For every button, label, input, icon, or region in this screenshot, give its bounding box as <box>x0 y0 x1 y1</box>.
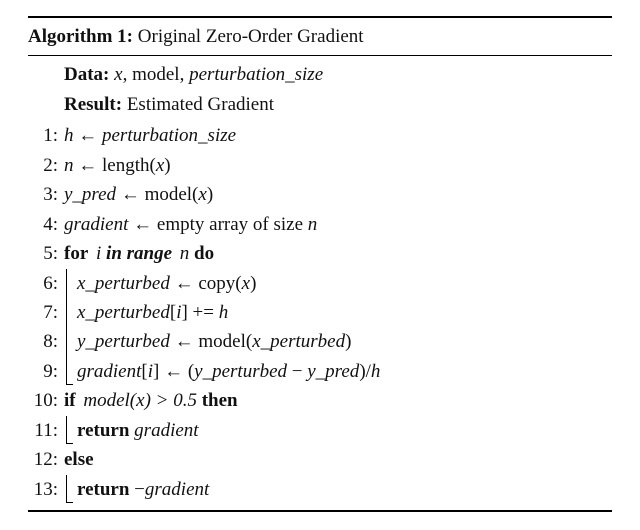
data-perturb: perturbation_size <box>189 64 323 85</box>
line-body: n ← length(x) <box>64 151 612 180</box>
algo-line: 11: return gradient <box>28 416 612 445</box>
result-line: Result: Estimated Gradient <box>64 90 612 119</box>
rule-top <box>28 16 612 18</box>
block-bar: gradient[i] ← (y_perturbed − y_pred)/h <box>66 357 380 385</box>
block-bar: return −gradient <box>66 475 209 503</box>
block-bar: x_perturbed[i] += h <box>66 298 228 327</box>
algorithm-block: { "header": { "algo_label": "Algorithm 1… <box>0 0 640 530</box>
result-value: Estimated Gradient <box>127 94 274 115</box>
algo-line: 7: x_perturbed[i] += h <box>28 298 612 327</box>
line-body: x_perturbed ← copy(x) <box>64 269 612 298</box>
algo-line: 12: else <box>28 445 612 474</box>
data-x: x <box>114 64 122 85</box>
algo-line: 6: x_perturbed ← copy(x) <box>28 269 612 298</box>
result-label: Result: <box>64 94 122 115</box>
block-bar: return gradient <box>66 416 199 444</box>
line-number: 9: <box>28 357 64 386</box>
line-number: 13: <box>28 475 64 504</box>
algo-line: 8: y_perturbed ← model(x_perturbed) <box>28 327 612 356</box>
data-label: Data: <box>64 64 109 85</box>
line-body: y_perturbed ← model(x_perturbed) <box>64 327 612 356</box>
line-number: 1: <box>28 121 64 150</box>
algo-line: 13: return −gradient <box>28 475 612 504</box>
meta-block: Data: x, model, perturbation_size Result… <box>28 60 612 119</box>
line-body: else <box>64 445 612 474</box>
line-body: return −gradient <box>64 475 612 504</box>
data-sep: , model, <box>123 64 190 85</box>
line-number: 12: <box>28 445 64 474</box>
algorithm-title-line: Algorithm 1: Original Zero-Order Gradien… <box>28 20 612 53</box>
algorithm-label: Algorithm 1: <box>28 26 133 47</box>
line-body: for i in range n do <box>64 239 612 268</box>
algo-line: 1: h ← perturbation_size <box>28 121 612 150</box>
algo-line: 3: y_pred ← model(x) <box>28 180 612 209</box>
rule-bottom <box>28 510 612 512</box>
algorithm-title: Original Zero-Order Gradient <box>138 26 364 47</box>
rule-under-title <box>28 55 612 56</box>
line-body: y_pred ← model(x) <box>64 180 612 209</box>
line-body: x_perturbed[i] += h <box>64 298 612 327</box>
line-body: gradient ← empty array of size n <box>64 210 612 239</box>
block-bar: x_perturbed ← copy(x) <box>66 269 256 298</box>
line-body: gradient[i] ← (y_perturbed − y_pred)/h <box>64 357 612 386</box>
line-body: if model(x) > 0.5 then <box>64 386 612 415</box>
algo-line: 9: gradient[i] ← (y_perturbed − y_pred)/… <box>28 357 612 386</box>
line-number: 8: <box>28 327 64 356</box>
line-number: 3: <box>28 180 64 209</box>
line-number: 4: <box>28 210 64 239</box>
line-body: return gradient <box>64 416 612 445</box>
line-number: 6: <box>28 269 64 298</box>
algo-line: 5: for i in range n do <box>28 239 612 268</box>
line-number: 11: <box>28 416 64 445</box>
algo-line: 4: gradient ← empty array of size n <box>28 210 612 239</box>
line-number: 10: <box>28 386 64 415</box>
algo-line: 2: n ← length(x) <box>28 151 612 180</box>
algo-line: 10: if model(x) > 0.5 then <box>28 386 612 415</box>
line-number: 7: <box>28 298 64 327</box>
line-number: 2: <box>28 151 64 180</box>
data-line: Data: x, model, perturbation_size <box>64 60 612 89</box>
line-body: h ← perturbation_size <box>64 121 612 150</box>
block-bar: y_perturbed ← model(x_perturbed) <box>66 327 351 356</box>
line-number: 5: <box>28 239 64 268</box>
